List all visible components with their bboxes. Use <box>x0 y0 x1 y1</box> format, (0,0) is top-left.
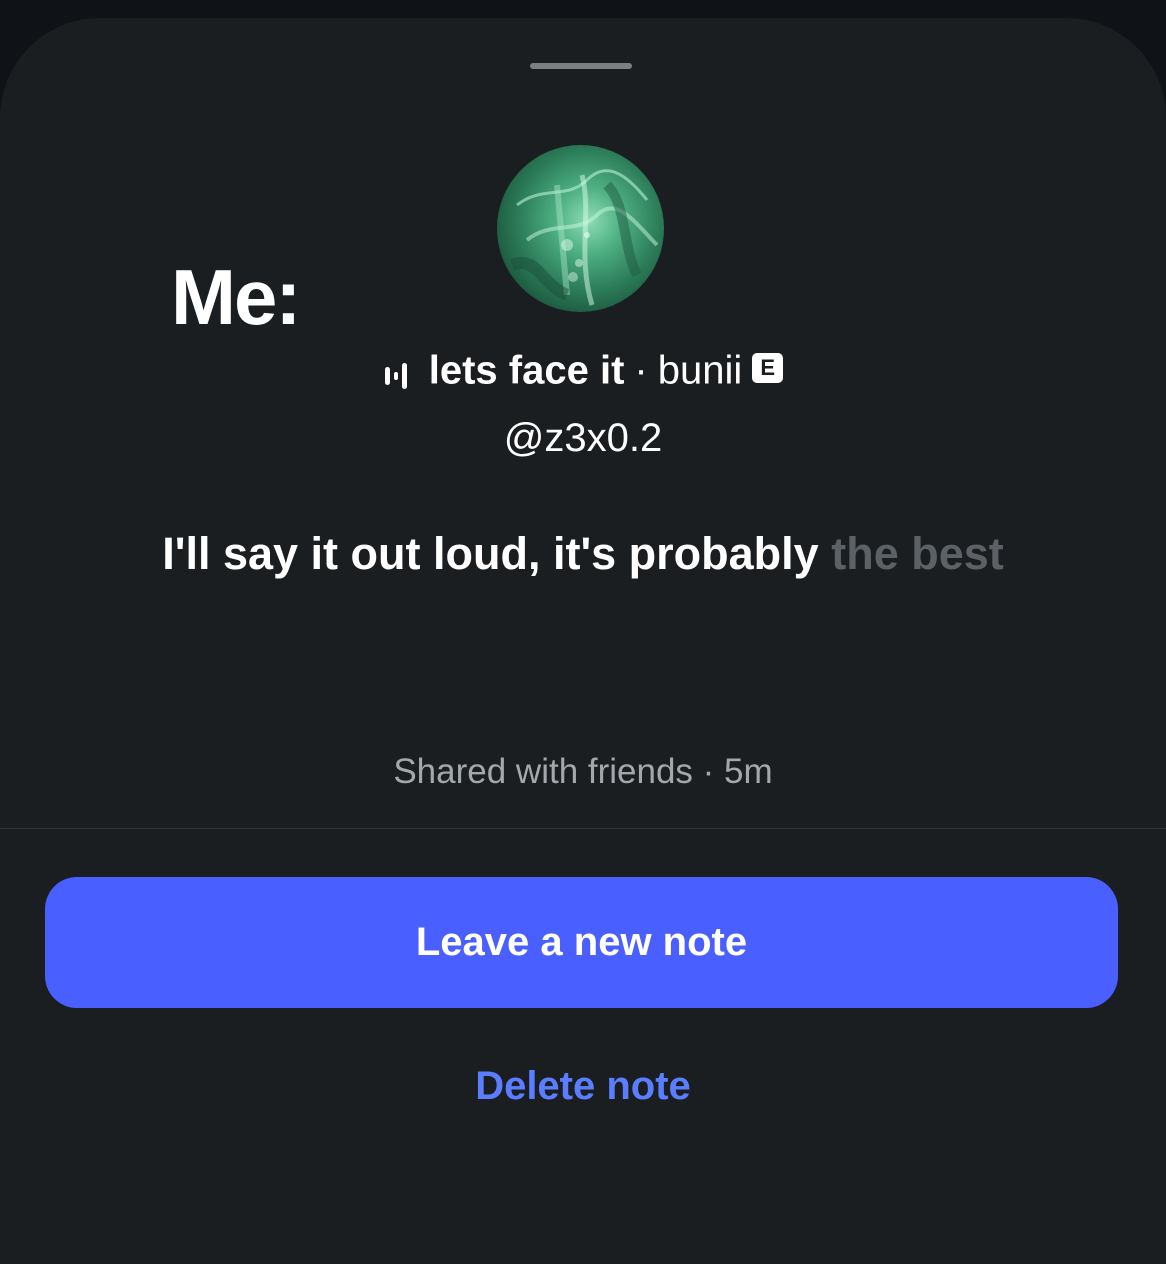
overlay-caption: Me: <box>171 253 301 341</box>
music-attachment[interactable]: lets face it · bunii E <box>0 344 1166 394</box>
lyric-upcoming-text: the best <box>831 528 1004 579</box>
divider <box>0 828 1166 829</box>
explicit-badge: E <box>752 353 784 384</box>
lyric-text: I'll say it out loud, it's probably the … <box>0 526 1166 582</box>
song-title: lets face it <box>428 348 625 393</box>
song-artist: bunii <box>657 348 743 393</box>
song-separator: · <box>634 348 648 393</box>
audio-wave-icon <box>383 353 417 390</box>
username[interactable]: @z3x0.2 <box>0 414 1166 462</box>
avatar-photo-texture <box>509 169 659 306</box>
lyric-active-text: I'll say it out loud, it's probably <box>162 528 819 579</box>
leave-new-note-button[interactable]: Leave a new note <box>45 877 1118 1008</box>
sheet-grabber-handle[interactable] <box>530 63 632 69</box>
avatar[interactable] <box>497 145 664 312</box>
delete-note-button[interactable]: Delete note <box>0 1058 1166 1114</box>
note-status: Shared with friends · 5m <box>393 752 773 791</box>
note-bottom-sheet: lets face it · bunii E @z3x0.2 I'll say it … <box>0 18 1166 1264</box>
